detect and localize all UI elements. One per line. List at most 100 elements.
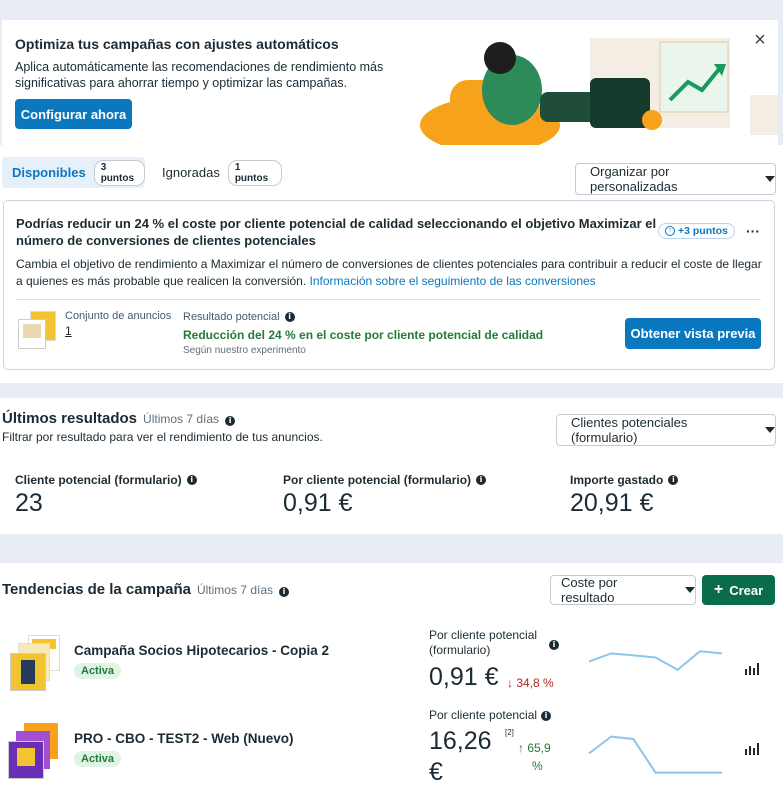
metric-spent-label-text: Importe gastado <box>570 473 664 487</box>
adset-value-link[interactable]: 1 <box>65 324 72 338</box>
ad-thumb-front <box>18 319 46 349</box>
metric-select-dropdown[interactable]: Coste por resultado <box>550 575 696 605</box>
tab-available-badge: 3 puntos <box>93 159 145 186</box>
info-icon[interactable]: i <box>541 711 551 721</box>
banner-illustration <box>420 20 778 145</box>
campaign-metric-value-line2: € <box>429 758 443 786</box>
campaign-row-2[interactable]: PRO - CBO - TEST2 - Web (Nuevo) Activa P… <box>0 707 783 807</box>
thumb-front <box>8 741 44 779</box>
conversion-tracking-link[interactable]: Información sobre el seguimiento de las … <box>310 274 596 288</box>
latest-results-period: Últimos 7 días <box>143 412 220 426</box>
metric-select-label: Coste por resultado <box>561 575 618 605</box>
latest-results-subtitle: Filtrar por resultado para ver el rendim… <box>2 430 323 444</box>
info-icon[interactable]: i <box>284 312 295 322</box>
create-button[interactable]: + Crear <box>702 575 775 605</box>
recommendation-body-line2: a quienes es más probable que realicen l… <box>16 274 596 288</box>
info-icon[interactable]: i <box>476 475 487 485</box>
chevron-down-icon <box>765 176 775 182</box>
tab-ignored-label: Ignoradas <box>162 165 220 180</box>
banner-title: Optimiza tus campañas con ajustes automá… <box>15 36 339 52</box>
trends-title: Tendencias de la campaña <box>2 581 191 598</box>
bar-chart-icon[interactable] <box>745 663 759 675</box>
sparkline <box>588 735 722 774</box>
configure-now-button[interactable]: Configurar ahora <box>15 99 132 129</box>
campaign-trends-panel: Tendencias de la campaña Últimos 7 días … <box>0 563 783 807</box>
metric-cost-label: Por cliente potencial (formulario) i <box>283 473 487 487</box>
campaign-name[interactable]: Campaña Socios Hipotecarios - Copia 2 <box>74 643 329 658</box>
more-options-icon[interactable]: ··· <box>746 223 760 239</box>
campaign-change-line1: ↑ 65,9 <box>518 741 551 755</box>
campaign-change: ↑ 65,9 % <box>518 739 551 775</box>
tab-ignored[interactable]: Ignoradas 1 puntos <box>152 157 282 188</box>
arrow-up-circle-icon: ↑ <box>665 226 675 236</box>
status-badge: Activa <box>74 751 122 767</box>
close-icon[interactable]: × <box>750 28 770 52</box>
metric-spent-label: Importe gastado i <box>570 473 679 487</box>
recommendation-body-line1: Cambia el objetivo de rendimiento a Maxi… <box>16 257 762 271</box>
campaign-name[interactable]: PRO - CBO - TEST2 - Web (Nuevo) <box>74 731 294 746</box>
trends-period: Últimos 7 días <box>196 583 273 597</box>
tab-ignored-badge: 1 puntos <box>227 159 282 186</box>
metric-spent-value: 20,91 € <box>570 489 654 517</box>
trends-header: Tendencias de la campaña Últimos 7 días … <box>2 581 289 598</box>
metric-cost-label-text: Por cliente potencial (formulario) <box>283 473 472 487</box>
sparkline-path <box>588 650 723 671</box>
metric-leads-label-text: Cliente potencial (formulario) <box>15 473 182 487</box>
campaign-metric-value: 0,91 € <box>429 663 499 691</box>
campaign-change: ↓ 34,8 % <box>507 676 554 690</box>
campaign-metric-label: Por cliente potencial (formulario) <box>429 628 537 658</box>
tab-available[interactable]: Disponibles 3 puntos <box>2 157 145 188</box>
metric-leads-value: 23 <box>15 489 43 517</box>
info-icon[interactable]: i <box>225 416 236 426</box>
adset-thumbnail <box>18 311 58 349</box>
bar-chart-icon-bar <box>753 668 755 675</box>
info-icon[interactable]: i <box>668 475 679 485</box>
recommendations-panel: Disponibles 3 puntos Ignoradas 1 puntos … <box>0 145 783 383</box>
bar-chart-icon-bar <box>745 669 747 675</box>
result-filter-dropdown[interactable]: Clientes potenciales (formulario) <box>556 414 776 446</box>
campaign-metric-footnote[interactable]: [2] <box>505 728 514 737</box>
banner-desc-line2: significativas para ahorrar tiempo y opt… <box>15 76 348 90</box>
adset-label: Conjunto de anuncios <box>65 310 172 322</box>
campaign-metric-label-line2: (formulario) <box>429 643 491 657</box>
banner-desc-line1: Aplica automáticamente las recomendacion… <box>15 60 384 74</box>
create-button-label: Crear <box>729 582 764 598</box>
recommendation-title-line2: número de conversiones de clientes poten… <box>16 233 316 248</box>
recommendation-body-prefix: a quienes es más probable que realicen l… <box>16 274 310 288</box>
metric-spent: Importe gastado i 20,91 € <box>570 473 679 518</box>
chevron-down-icon <box>765 427 775 433</box>
bar-chart-icon-bar <box>753 748 755 755</box>
info-icon[interactable]: i <box>549 640 559 650</box>
potential-result-value: Reducción del 24 % en el coste por clien… <box>183 328 544 342</box>
sparkline <box>588 650 723 671</box>
card-divider <box>16 299 761 300</box>
points-badge-label: +3 puntos <box>678 225 728 237</box>
latest-results-header: Últimos resultados Últimos 7 días i <box>2 410 236 427</box>
metric-cost-value: 0,91 € <box>283 489 353 517</box>
latest-results-panel: Últimos resultados Últimos 7 días i Filt… <box>0 398 783 534</box>
info-icon[interactable]: i <box>186 475 197 485</box>
recommendation-card: Podrías reducir un 24 % el coste por cli… <box>3 200 775 370</box>
info-icon[interactable]: i <box>279 587 289 597</box>
points-badge: ↑ +3 puntos <box>658 223 735 239</box>
tab-available-label: Disponibles <box>12 165 86 180</box>
potential-result-note: Según nuestro experimento <box>183 345 306 356</box>
bar-chart-icon-bar <box>749 666 751 675</box>
optimization-banner: Optimiza tus campañas con ajustes automá… <box>2 20 778 145</box>
banner-illustration-svg <box>420 20 778 145</box>
campaign-thumbnail <box>8 723 64 779</box>
bar-chart-icon[interactable] <box>745 743 759 755</box>
campaign-change-line2: % <box>532 759 543 773</box>
bar-chart-icon-bar <box>749 746 751 755</box>
recommendation-title-line1: Podrías reducir un 24 % el coste por cli… <box>16 216 657 231</box>
chevron-down-icon <box>685 587 695 593</box>
sort-dropdown[interactable]: Organizar por personalizadas <box>575 163 776 195</box>
campaign-row-1[interactable]: Campaña Socios Hipotecarios - Copia 2 Ac… <box>0 627 783 707</box>
metric-leads-label: Cliente potencial (formulario) i <box>15 473 197 487</box>
campaign-metric-label: Por cliente potencial <box>429 708 538 722</box>
potential-result-label: Resultado potencial i <box>183 311 295 323</box>
campaign-thumbnail <box>10 635 62 691</box>
sort-dropdown-label: Organizar por personalizadas <box>590 164 678 194</box>
sparkline-path <box>588 735 722 774</box>
get-preview-button[interactable]: Obtener vista previa <box>625 318 761 349</box>
